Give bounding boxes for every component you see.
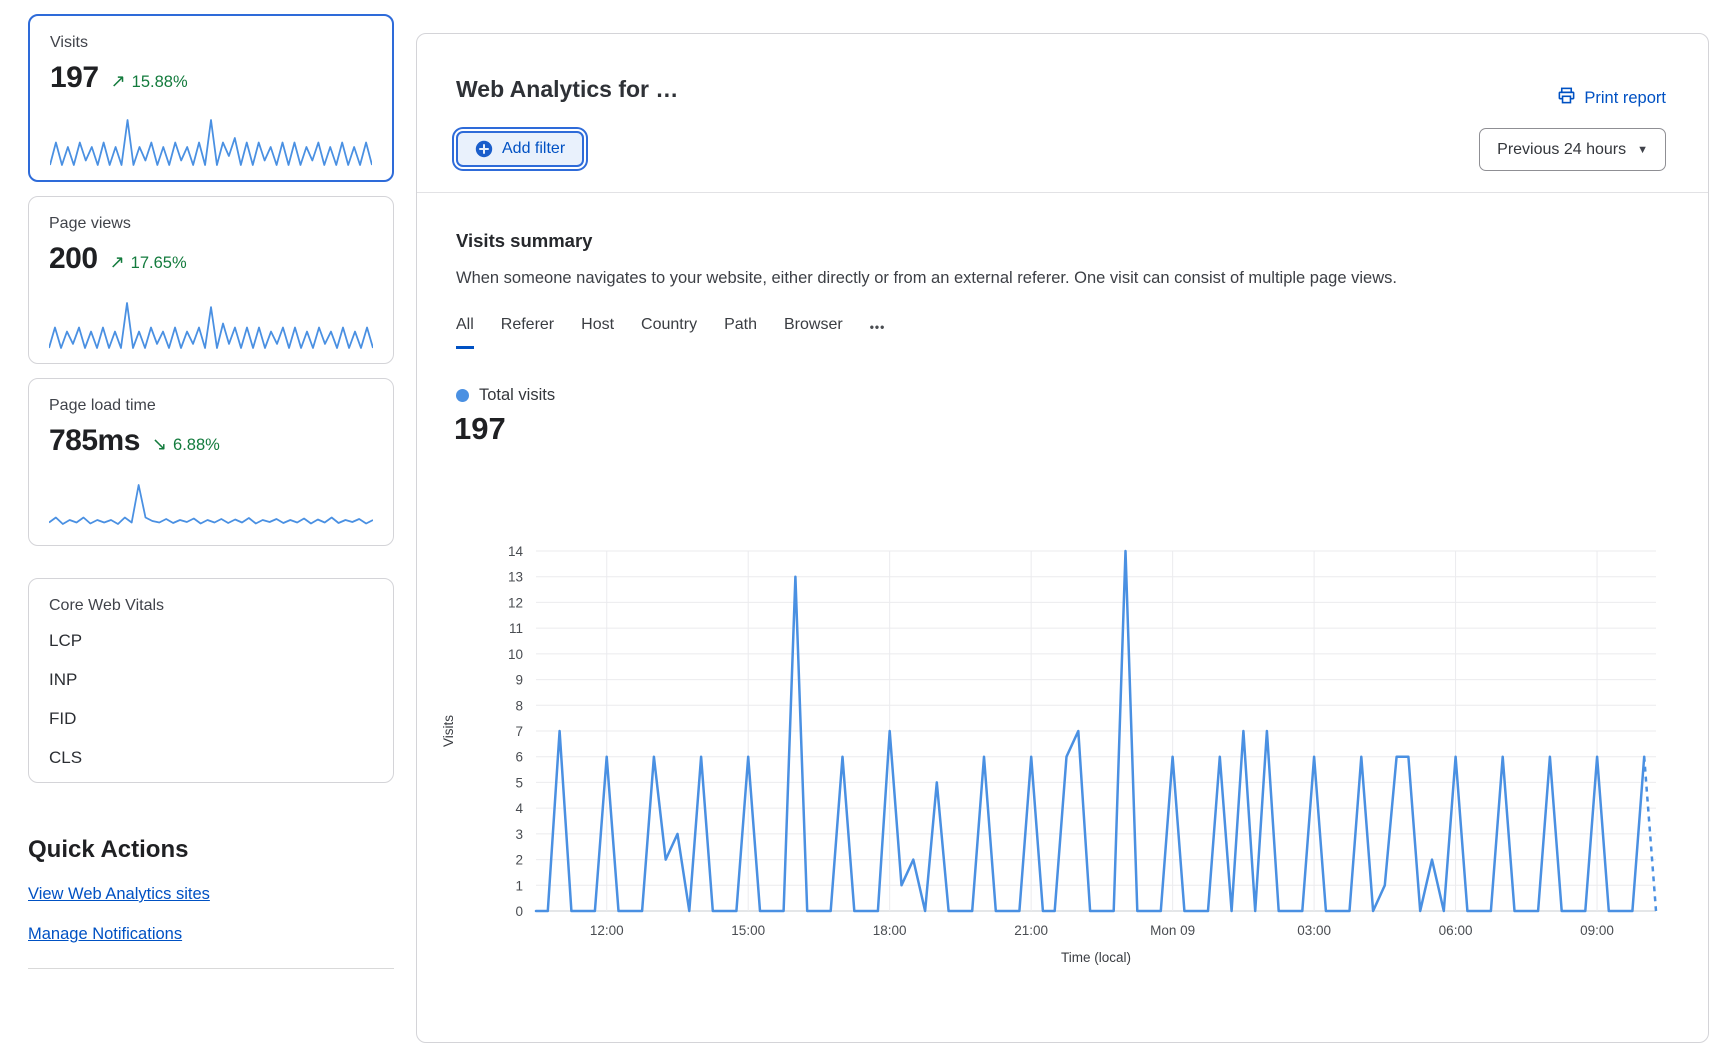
card-value: 785ms xyxy=(49,424,140,458)
svg-text:12:00: 12:00 xyxy=(590,923,624,938)
visits-sparkline xyxy=(50,117,372,167)
page-load-time-sparkline xyxy=(49,482,373,532)
plus-circle-icon xyxy=(475,140,493,158)
card-title: Page views xyxy=(49,215,373,233)
quick-actions-section: Quick Actions View Web Analytics sites M… xyxy=(28,836,394,944)
svg-text:3: 3 xyxy=(515,827,523,842)
summary-tabs: All Referer Host Country Path Browser ••… xyxy=(456,316,885,349)
visits-line-chart[interactable]: 0123456789101112131412:0015:0018:0021:00… xyxy=(431,479,1701,989)
tab-more-ellipsis-icon[interactable]: ••• xyxy=(870,316,886,349)
card-title: Visits xyxy=(50,34,372,52)
core-web-vitals-card[interactable]: Core Web Vitals LCP INP FID CLS xyxy=(28,578,394,783)
visits-summary-title: Visits summary xyxy=(456,230,592,252)
web-analytics-panel: Web Analytics for … Print report Add fil… xyxy=(416,33,1709,1043)
metric-card-visits[interactable]: Visits 197 ↗ 15.88% xyxy=(28,14,394,182)
tab-country[interactable]: Country xyxy=(641,316,697,349)
trend-percent: 6.88% xyxy=(173,436,220,455)
legend-label: Total visits xyxy=(479,386,555,405)
metric-card-page-load-time[interactable]: Page load time 785ms ↘ 6.88% xyxy=(28,378,394,546)
printer-icon xyxy=(1557,86,1576,110)
cwv-row-inp: INP xyxy=(49,670,373,690)
cwv-label: CLS xyxy=(49,748,101,768)
total-visits-value: 197 xyxy=(454,411,506,447)
svg-text:18:00: 18:00 xyxy=(873,923,907,938)
print-report-label: Print report xyxy=(1584,89,1666,108)
svg-text:03:00: 03:00 xyxy=(1297,923,1331,938)
svg-text:2: 2 xyxy=(515,853,523,868)
manage-notifications-link[interactable]: Manage Notifications xyxy=(28,925,182,944)
svg-text:Time (local): Time (local) xyxy=(1061,950,1131,965)
svg-text:5: 5 xyxy=(515,775,523,790)
cwv-label: INP xyxy=(49,670,101,690)
card-title: Core Web Vitals xyxy=(49,597,373,615)
trend: ↘ 6.88% xyxy=(152,434,220,455)
tab-path[interactable]: Path xyxy=(724,316,757,349)
view-web-analytics-sites-link[interactable]: View Web Analytics sites xyxy=(28,885,210,904)
add-filter-label: Add filter xyxy=(502,140,565,158)
svg-text:15:00: 15:00 xyxy=(731,923,765,938)
svg-text:7: 7 xyxy=(515,724,523,739)
legend-total-visits[interactable]: Total visits xyxy=(456,386,555,405)
panel-divider xyxy=(417,192,1708,193)
legend-dot-icon xyxy=(456,389,469,402)
svg-text:9: 9 xyxy=(515,673,523,688)
svg-text:Visits: Visits xyxy=(441,715,456,747)
quick-actions-title: Quick Actions xyxy=(28,836,394,864)
tab-referer[interactable]: Referer xyxy=(501,316,554,349)
tab-host[interactable]: Host xyxy=(581,316,614,349)
tab-browser[interactable]: Browser xyxy=(784,316,843,349)
svg-text:10: 10 xyxy=(508,647,523,662)
svg-text:1: 1 xyxy=(515,878,523,893)
cwv-row-fid: FID xyxy=(49,709,373,729)
tab-all[interactable]: All xyxy=(456,316,474,349)
svg-text:09:00: 09:00 xyxy=(1580,923,1614,938)
cwv-label: LCP xyxy=(49,631,101,651)
add-filter-button[interactable]: Add filter xyxy=(456,131,584,167)
trend: ↗ 15.88% xyxy=(111,71,188,92)
svg-text:0: 0 xyxy=(515,904,523,919)
print-report-link[interactable]: Print report xyxy=(1557,86,1666,110)
trend-up-icon: ↗ xyxy=(110,252,125,273)
trend-up-icon: ↗ xyxy=(111,71,126,92)
time-range-value: Previous 24 hours xyxy=(1497,141,1626,159)
svg-text:13: 13 xyxy=(508,570,523,585)
card-value: 197 xyxy=(50,61,99,95)
sidebar-divider xyxy=(28,968,394,969)
svg-text:4: 4 xyxy=(515,801,523,816)
page-views-sparkline xyxy=(49,300,373,350)
svg-text:Mon 09: Mon 09 xyxy=(1150,923,1195,938)
svg-text:6: 6 xyxy=(515,750,523,765)
cwv-row-cls: CLS xyxy=(49,748,373,768)
svg-text:14: 14 xyxy=(508,544,524,559)
chevron-down-icon: ▼ xyxy=(1637,144,1648,156)
svg-text:06:00: 06:00 xyxy=(1439,923,1473,938)
time-range-dropdown[interactable]: Previous 24 hours ▼ xyxy=(1479,128,1666,171)
page-title: Web Analytics for … xyxy=(456,76,678,103)
cwv-row-lcp: LCP xyxy=(49,631,373,651)
metric-card-page-views[interactable]: Page views 200 ↗ 17.65% xyxy=(28,196,394,364)
trend-percent: 15.88% xyxy=(132,73,188,92)
svg-text:11: 11 xyxy=(509,621,523,636)
card-title: Page load time xyxy=(49,397,373,415)
card-value: 200 xyxy=(49,242,98,276)
svg-text:21:00: 21:00 xyxy=(1014,923,1048,938)
svg-text:12: 12 xyxy=(508,595,523,610)
cwv-label: FID xyxy=(49,709,101,729)
trend-percent: 17.65% xyxy=(131,254,187,273)
visits-summary-description: When someone navigates to your website, … xyxy=(456,269,1397,288)
svg-text:8: 8 xyxy=(515,698,523,713)
trend-down-icon: ↘ xyxy=(152,434,167,455)
trend: ↗ 17.65% xyxy=(110,252,187,273)
